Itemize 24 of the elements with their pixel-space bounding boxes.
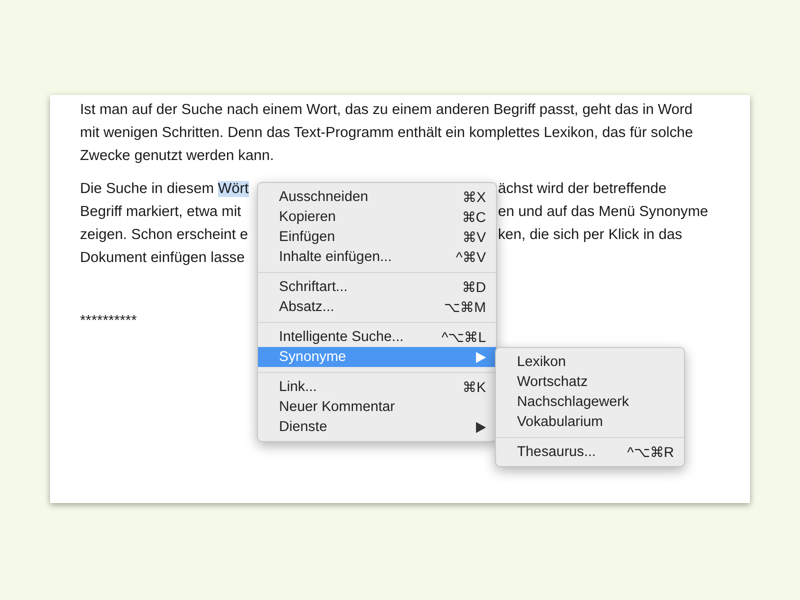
menu-item[interactable]: Thesaurus... ^⌥⌘R: [496, 442, 684, 462]
menu-item[interactable]: Intelligente Suche... ^⌥⌘L: [258, 327, 496, 347]
paragraph-fragment: Dokument einfügen lasse: [80, 250, 245, 266]
menu-item[interactable]: Link... ⌘K: [258, 377, 496, 397]
paragraph-fragment: en und auf das Menü Synonyme: [498, 203, 708, 222]
menu-item[interactable]: Ausschneiden ⌘X: [258, 187, 496, 207]
paragraph: Ist man auf der Suche nach einem Wort, das zu einem anderen Begriff passt, geht das in Word mit wenigen Schritten. Denn das Text-Programm enthält ein komplettes Lexikon, das für solche Zwecke genutzt werden kann.: [80, 101, 694, 166]
paragraph-fragment: ächst wird der betreffende: [498, 180, 666, 199]
menu-item[interactable]: Neuer Kommentar: [258, 397, 496, 417]
menu-item[interactable]: Nachschlagewerk: [496, 392, 684, 412]
menu-item[interactable]: Kopieren ⌘C: [258, 207, 496, 227]
menu-item[interactable]: Wortschatz: [496, 372, 684, 392]
menu-item[interactable]: Einfügen ⌘V: [258, 227, 496, 247]
paragraph-fragment: zeigen. Schon erscheint e: [80, 227, 248, 243]
menu-item[interactable]: Absatz... ⌥⌘M: [258, 297, 496, 317]
menu-item[interactable]: Inhalte einfügen... ^⌘V: [258, 247, 496, 267]
paragraph-fragment: Begriff markiert, etwa mit: [80, 204, 242, 220]
menu-item[interactable]: Dienste: [258, 417, 496, 437]
separator-text: **********: [80, 312, 137, 331]
paragraph-fragment: ken, die sich per Klick in das: [498, 226, 682, 245]
menu-item[interactable]: Lexikon: [496, 352, 684, 372]
paragraph-fragment: Die Suche in diesem Wört: [80, 181, 249, 197]
menu-item[interactable]: Schriftart... ⌘D: [258, 277, 496, 297]
menu-item[interactable]: Vokabularium: [496, 412, 684, 432]
